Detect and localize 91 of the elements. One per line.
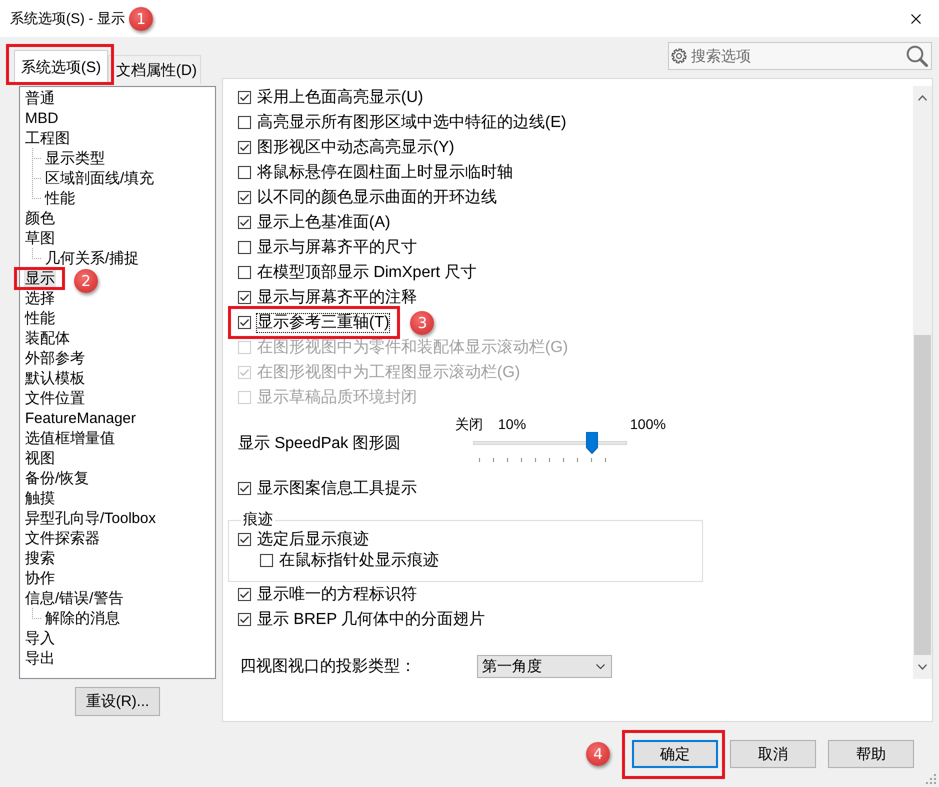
checkbox[interactable] [238,116,251,129]
speedpak-slider[interactable] [473,432,627,454]
tree-item[interactable]: 备份/恢复 [24,468,90,488]
option-label: 显示上色基准面(A) [256,212,392,232]
option-label: 以不同的颜色显示曲面的开环边线 [256,188,498,208]
cancel-button[interactable]: 取消 [730,740,816,768]
tree-item[interactable]: 解除的消息 [44,608,121,628]
option-label: 图形视区中动态高亮显示(Y) [256,138,456,158]
slider-thumb[interactable] [586,432,598,454]
checkbox[interactable] [238,588,251,601]
option-label: 在图形视图中为工程图显示滚动栏(G) [256,362,522,382]
projection-dropdown[interactable]: 第一角度 [477,655,612,678]
tree-item[interactable]: 选值框增量值 [24,428,116,448]
option-label: 在鼠标指针处显示痕迹 [278,550,440,570]
tree-item[interactable]: 工程图 [24,128,71,148]
tree-item[interactable]: MBD [24,108,60,128]
speedpak-label: 显示 SpeedPak 图形圆 [238,434,402,454]
scale-label: 10% [498,416,528,432]
tree-item[interactable]: 装配体 [24,328,71,348]
option-label: 显示草稿品质环境封闭 [256,388,418,408]
reset-button[interactable]: 重设(R)... [75,687,160,716]
tab[interactable]: 文档属性(D) [108,55,201,84]
tree-item[interactable]: 普通 [24,88,56,108]
checkbox[interactable] [238,482,251,495]
option-label: 显示与屏幕齐平的注释 [256,288,418,308]
checkbox[interactable] [238,166,251,179]
option-label: 将鼠标悬停在圆柱面上时显示临时轴 [256,162,514,182]
tree-item[interactable]: 文件位置 [24,388,86,408]
option-label: 显示唯一的方程标识符 [256,584,418,604]
checkbox[interactable] [238,533,251,546]
projection-label: 四视图视口的投影类型： [239,656,417,677]
checkbox[interactable] [238,613,251,626]
tree-item[interactable]: 性能 [44,188,76,208]
option-label: 显示参考三重轴(T) [256,312,390,332]
scroll-up-icon[interactable] [918,95,927,101]
tree-item[interactable]: 搜索 [24,548,56,568]
step-badge: 2 [74,269,98,293]
option-label: 显示图案信息工具提示 [256,478,418,498]
option-label: 高亮显示所有图形区域中选中特征的边线(E) [256,112,568,132]
option-label: 采用上色面高亮显示(U) [256,88,424,108]
tree-item[interactable]: 文件探索器 [24,528,101,548]
checkbox[interactable] [238,316,251,329]
step-badge: 3 [410,310,434,334]
tree-item[interactable]: 显示类型 [44,148,106,168]
checkbox[interactable] [238,91,251,104]
ok-button[interactable]: 确定 [632,740,718,768]
group-title: 痕迹 [242,511,274,529]
scrollbar-thumb[interactable] [914,335,931,655]
checkbox[interactable] [238,191,251,204]
window-title: 系统选项(S) - 显示 [9,10,126,28]
tree-item[interactable]: 颜色 [24,208,56,228]
tree-item[interactable]: 草图 [24,228,56,248]
highlight-frame [14,266,65,290]
tree-item[interactable]: 触摸 [24,488,56,508]
scroll-down-icon[interactable] [918,664,927,670]
checkbox[interactable] [238,291,251,304]
resize-grip-icon[interactable] [925,773,937,785]
tree-item[interactable]: 默认模板 [24,368,86,388]
option-label: 选定后显示痕迹 [256,530,370,550]
checkbox[interactable] [238,241,251,254]
tree-item[interactable]: 导入 [24,628,56,648]
option-label: 显示与屏幕齐平的尺寸 [256,238,418,258]
checkbox[interactable] [238,266,251,279]
scrollbar[interactable] [913,86,932,679]
step-badge: 4 [586,742,610,766]
tree-item[interactable]: 异型孔向导/Toolbox [24,508,157,528]
tree-item[interactable]: 选择 [24,288,56,308]
tab[interactable]: 系统选项(S) [14,50,108,84]
tree-item[interactable]: 性能 [24,308,56,328]
option-label: 在图形视图中为零件和装配体显示滚动栏(G) [256,338,570,358]
scale-label: 关闭 [455,416,484,432]
tree-item[interactable]: FeatureManager [24,408,137,428]
checkbox[interactable] [260,554,273,567]
checkbox[interactable] [238,141,251,154]
help-button[interactable]: 帮助 [828,740,914,768]
tree-item[interactable]: 视图 [24,448,56,468]
tree-item[interactable]: 导出 [24,648,56,668]
tree-item[interactable]: 几何关系/捕捉 [44,248,140,268]
search-field[interactable]: 搜索选项 [668,42,932,70]
scale-label: 100% [630,416,666,432]
checkbox[interactable] [238,216,251,229]
close-icon [911,14,921,24]
option-label: 在模型顶部显示 DimXpert 尺寸 [256,262,478,282]
gear-icon[interactable] [671,48,687,64]
search-icon[interactable] [905,44,929,68]
tree-item[interactable]: 信息/错误/警告 [24,588,124,608]
caret-icon [596,664,605,669]
tree-item[interactable]: 外部参考 [24,348,86,368]
tree-item[interactable]: 区域剖面线/填充 [44,168,156,188]
option-label: 显示 BREP 几何体中的分面翅片 [256,610,486,630]
tree-item[interactable]: 协作 [24,568,56,588]
